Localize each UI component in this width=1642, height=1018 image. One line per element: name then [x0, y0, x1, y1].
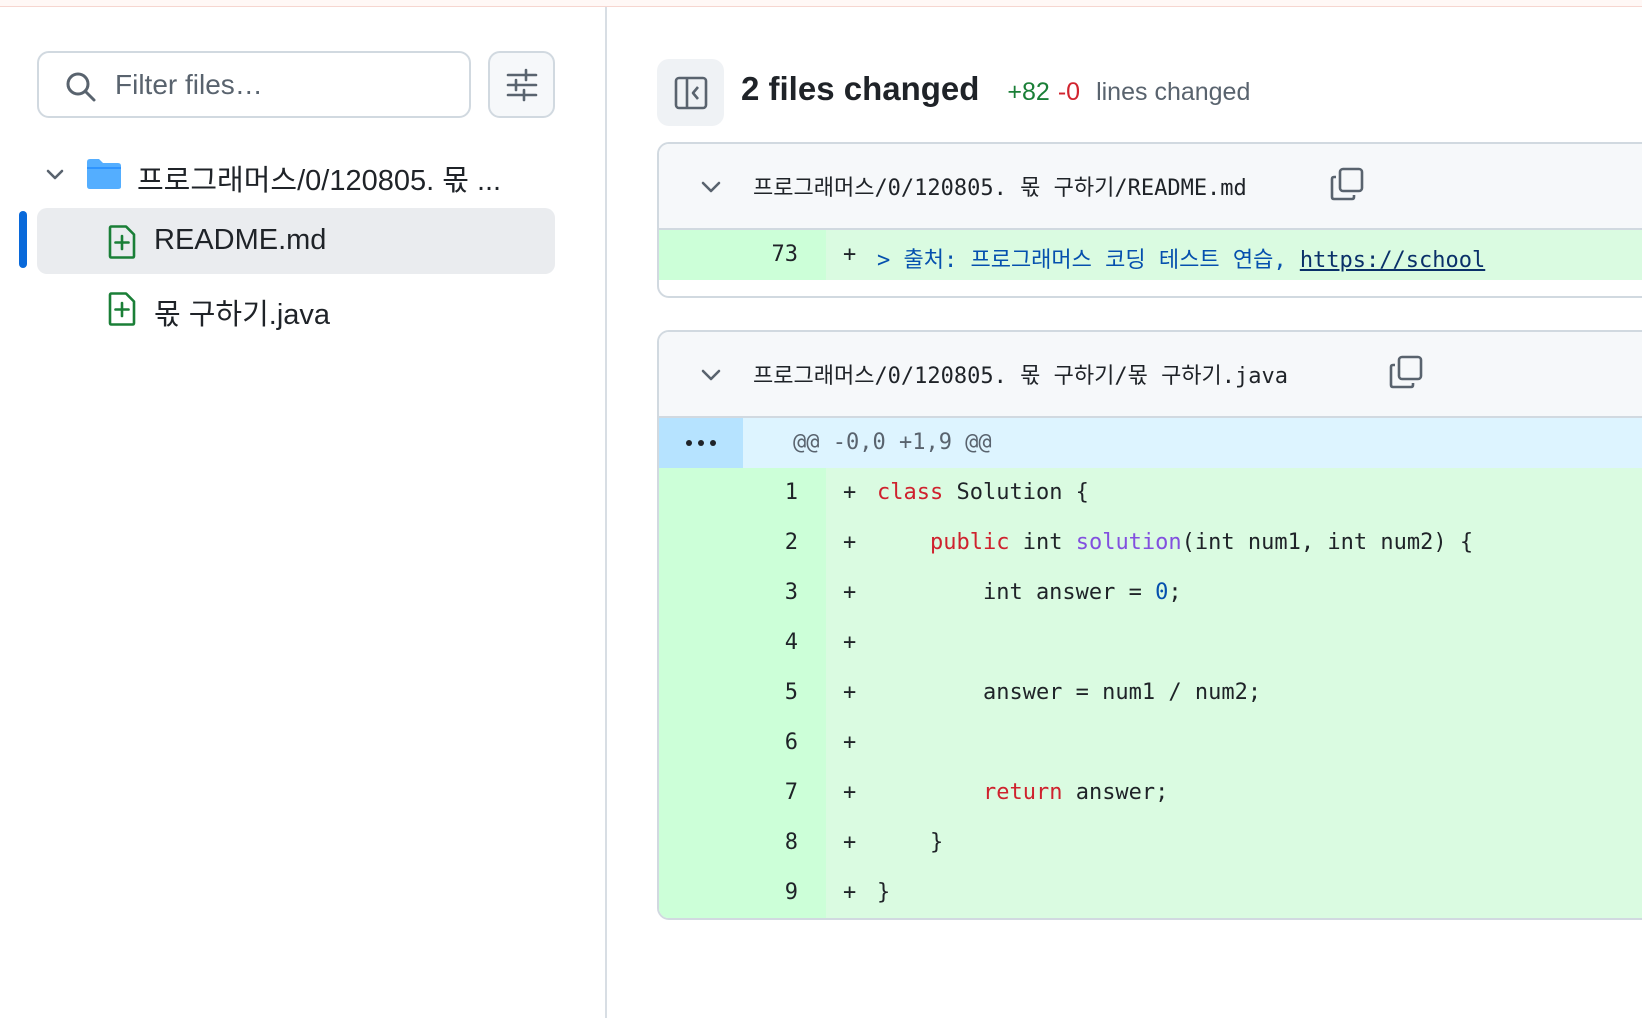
diff-file-readme: 프로그래머스/0/120805. 몫 구하기/README.md 73 + > … — [657, 142, 1642, 298]
additions-count: +82 — [1007, 78, 1050, 106]
diff-sign: + — [843, 580, 857, 605]
expand-hunk-button[interactable] — [659, 418, 743, 468]
folder-icon — [87, 159, 121, 189]
line-number-cell[interactable]: 8 — [659, 818, 826, 868]
diff-file-header: 프로그래머스/0/120805. 몫 구하기/몫 구하기.java — [659, 332, 1642, 418]
files-changed-count: 2 files changed — [741, 70, 980, 107]
line-number: 6 — [784, 730, 798, 755]
line-number-cell[interactable]: 6 — [659, 718, 826, 768]
line-number-cell[interactable]: 5 — [659, 668, 826, 718]
line-number: 4 — [784, 630, 798, 655]
diff-line: 1 + class Solution { — [659, 468, 1642, 518]
diff-line: 7 + return answer; — [659, 768, 1642, 818]
diff-sign: + — [843, 780, 857, 805]
lines-changed-label: lines changed — [1096, 78, 1251, 106]
line-number-cell[interactable]: 2 — [659, 518, 826, 568]
diff-sign: + — [843, 480, 857, 505]
diff-line: 4 + — [659, 618, 1642, 668]
diff-sign: + — [843, 680, 857, 705]
code-line: public int solution(int num1, int num2) … — [929, 530, 1474, 555]
copy-icon[interactable] — [1329, 166, 1365, 202]
hunk-header-row: @@ -0,0 +1,9 @@ — [659, 418, 1642, 468]
toggle-file-tree-button[interactable] — [657, 59, 724, 126]
file-label: 몫 구하기.java — [154, 299, 331, 331]
diff-summary: 2 files changed +82 -0 lines changed — [741, 70, 1250, 108]
line-number: 73 — [771, 242, 799, 267]
copy-icon[interactable] — [1388, 354, 1424, 390]
diff-line: 6 + — [659, 718, 1642, 768]
source-link[interactable]: https://school — [1300, 248, 1485, 273]
code-line: class Solution { — [877, 480, 1089, 505]
search-icon — [66, 72, 96, 102]
line-number: 3 — [784, 580, 798, 605]
diff-line: 2 + public int solution(int num1, int nu… — [659, 518, 1642, 568]
file-filter-settings-button[interactable] — [488, 51, 555, 118]
diff-line: 5 + answer = num1 / num2; — [659, 668, 1642, 718]
file-label: README.md — [154, 224, 327, 256]
diff-line: 9 + } — [659, 868, 1642, 918]
diff-file-path[interactable]: 프로그래머스/0/120805. 몫 구하기/README.md — [753, 170, 1247, 202]
line-number-cell[interactable]: 7 — [659, 768, 826, 818]
code-line: } — [877, 830, 944, 855]
sidebar-collapse-icon — [674, 76, 707, 109]
deletions-count: -0 — [1057, 78, 1081, 106]
file-added-icon — [108, 225, 136, 259]
chevron-down-icon[interactable] — [43, 163, 67, 187]
hunk-header: @@ -0,0 +1,9 @@ — [793, 430, 992, 455]
sidebar-divider[interactable] — [605, 7, 607, 1018]
line-number: 7 — [784, 780, 798, 805]
code-line: answer = num1 / num2; — [877, 680, 1262, 705]
diff-line: 8 + } — [659, 818, 1642, 868]
diff-sign: + — [843, 242, 857, 267]
line-number-cell[interactable]: 9 — [659, 868, 826, 918]
folder-label: 프로그래머스/0/120805. 몫 ... — [137, 165, 502, 197]
diff-file-path[interactable]: 프로그래머스/0/120805. 몫 구하기/몫 구하기.java — [753, 358, 1288, 390]
sliders-icon — [506, 68, 537, 101]
diff-sign: + — [843, 880, 857, 905]
diff-sign: + — [843, 730, 857, 755]
filter-files-field[interactable] — [37, 51, 471, 118]
line-number-cell[interactable]: 73 — [659, 230, 826, 280]
diff-sign: + — [843, 530, 857, 555]
line-number: 5 — [784, 680, 798, 705]
tree-file-java[interactable]: 몫 구하기.java — [37, 275, 555, 341]
code-line: } — [877, 880, 891, 905]
line-number: 8 — [784, 830, 798, 855]
kebab-horizontal-icon — [686, 440, 716, 446]
tree-file-readme[interactable]: README.md — [37, 208, 555, 274]
code-line: int answer = 0; — [877, 580, 1182, 605]
code-line: > 출처: 프로그래머스 코딩 테스트 연습, https://school — [877, 248, 1486, 273]
file-added-icon — [108, 292, 136, 326]
diff-line: 73 + > 출처: 프로그래머스 코딩 테스트 연습, https://sch… — [659, 230, 1642, 280]
active-file-marker — [19, 211, 27, 268]
line-number-cell[interactable]: 3 — [659, 568, 826, 618]
tree-folder[interactable]: 프로그래머스/0/120805. 몫 ... — [37, 143, 555, 207]
line-number: 2 — [784, 530, 798, 555]
diff-line: 3 + int answer = 0; — [659, 568, 1642, 618]
filter-files-input[interactable] — [115, 61, 455, 109]
line-number-cell[interactable]: 1 — [659, 468, 826, 518]
top-strip — [0, 0, 1642, 7]
line-number: 1 — [784, 480, 798, 505]
code-line: return answer; — [982, 780, 1169, 805]
diff-sign: + — [843, 830, 857, 855]
diff-file-header: 프로그래머스/0/120805. 몫 구하기/README.md — [659, 144, 1642, 230]
chevron-down-icon[interactable] — [698, 174, 724, 200]
line-number-cell[interactable]: 4 — [659, 618, 826, 668]
diff-sign: + — [843, 630, 857, 655]
line-number: 9 — [784, 880, 798, 905]
chevron-down-icon[interactable] — [698, 362, 724, 388]
diff-file-java: 프로그래머스/0/120805. 몫 구하기/몫 구하기.java @@ -0,… — [657, 330, 1642, 920]
